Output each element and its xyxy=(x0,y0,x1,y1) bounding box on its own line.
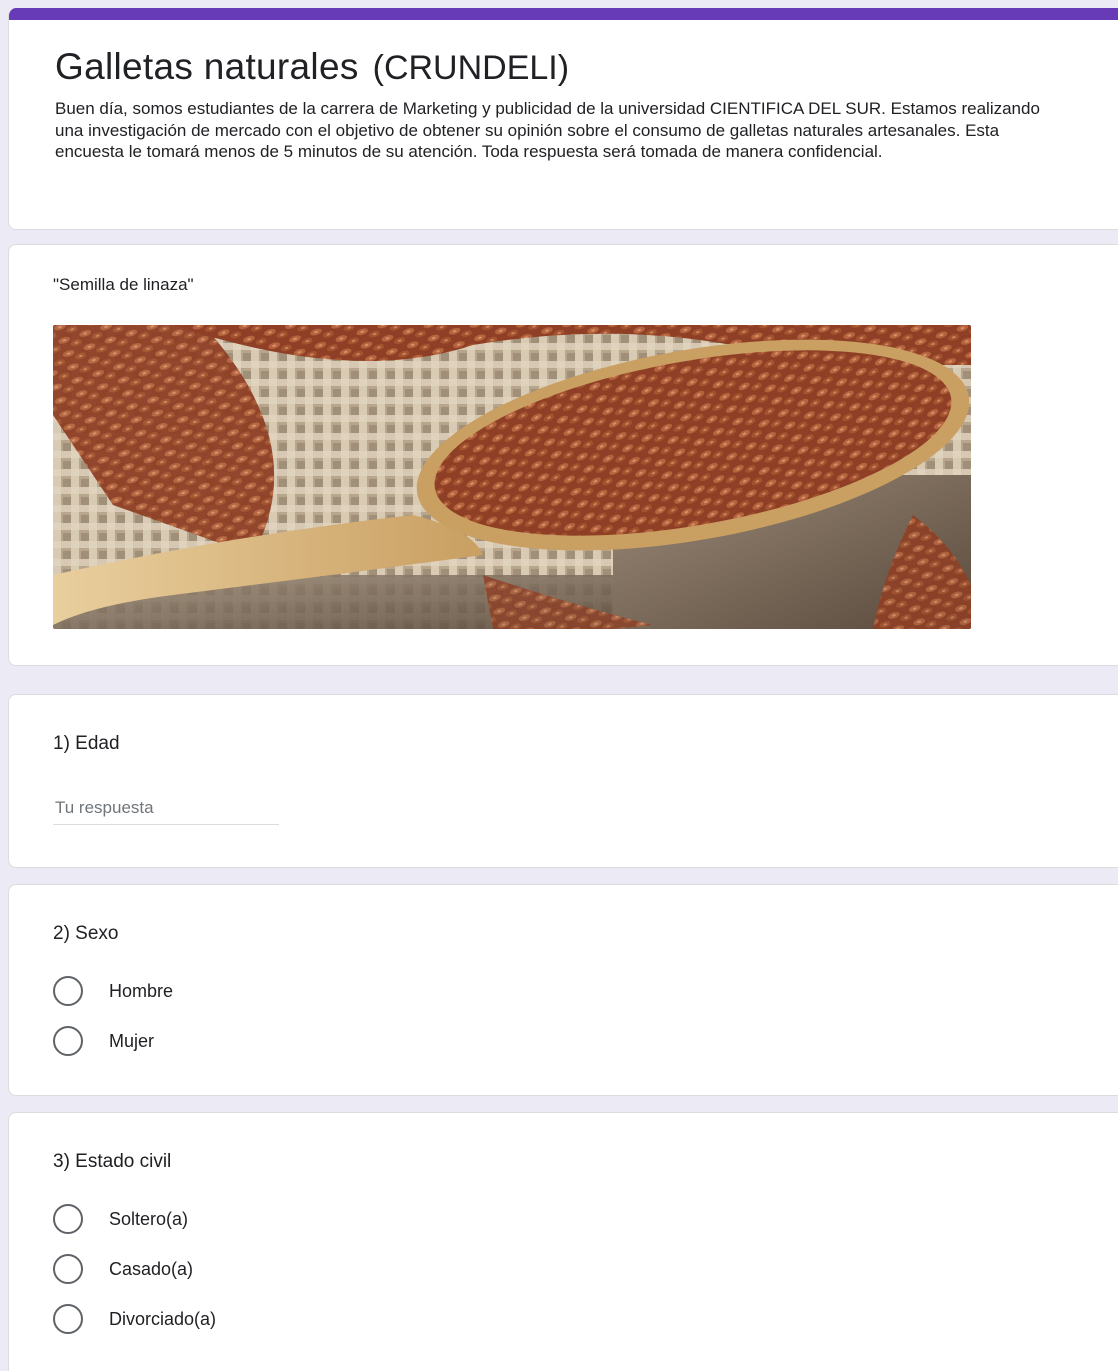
option-label: Divorciado(a) xyxy=(109,1308,217,1329)
option-hombre[interactable]: Hombre xyxy=(53,976,173,1006)
radio-button[interactable] xyxy=(53,1304,83,1334)
question-card-edad: 1) Edad xyxy=(8,694,1118,868)
option-soltero[interactable]: Soltero(a) xyxy=(53,1204,188,1234)
question-title: 1) Edad xyxy=(53,733,120,754)
form-title: Galletas naturales (CRUNDELI) xyxy=(55,46,569,88)
question-title: 3) Estado civil xyxy=(53,1151,172,1172)
option-label: Mujer xyxy=(109,1030,155,1051)
form-title-main: Galletas naturales xyxy=(55,46,359,87)
radio-button[interactable] xyxy=(53,1026,83,1056)
flax-seed-image xyxy=(53,325,971,629)
question-title: 2) Sexo xyxy=(53,923,119,944)
radio-button[interactable] xyxy=(53,976,83,1006)
image-caption: "Semilla de linaza" xyxy=(53,275,194,294)
option-label: Soltero(a) xyxy=(109,1208,189,1229)
radio-button[interactable] xyxy=(53,1204,83,1234)
image-item-card: "Semilla de linaza" xyxy=(8,244,1118,666)
question-card-sexo: 2) Sexo Hombre Mujer xyxy=(8,884,1118,1096)
option-divorciado[interactable]: Divorciado(a) xyxy=(53,1304,216,1334)
form-title-suffix: (CRUNDELI) xyxy=(372,49,570,87)
form-header-card: Galletas naturales (CRUNDELI) Buen día, s… xyxy=(8,8,1118,230)
form-description: Buen día, somos estudiantes de la carrer… xyxy=(55,99,1040,161)
option-casado[interactable]: Casado(a) xyxy=(53,1254,193,1284)
option-label: Casado(a) xyxy=(109,1258,194,1279)
option-label: Hombre xyxy=(109,980,174,1001)
flax-seed-illustration xyxy=(53,325,971,629)
form-accent-bar xyxy=(9,8,1118,20)
radio-button[interactable] xyxy=(53,1254,83,1284)
option-mujer[interactable]: Mujer xyxy=(53,1026,154,1056)
question-card-estado-civil: 3) Estado civil Soltero(a) Casado(a) Div… xyxy=(8,1112,1118,1371)
edad-answer-input[interactable] xyxy=(53,791,279,825)
